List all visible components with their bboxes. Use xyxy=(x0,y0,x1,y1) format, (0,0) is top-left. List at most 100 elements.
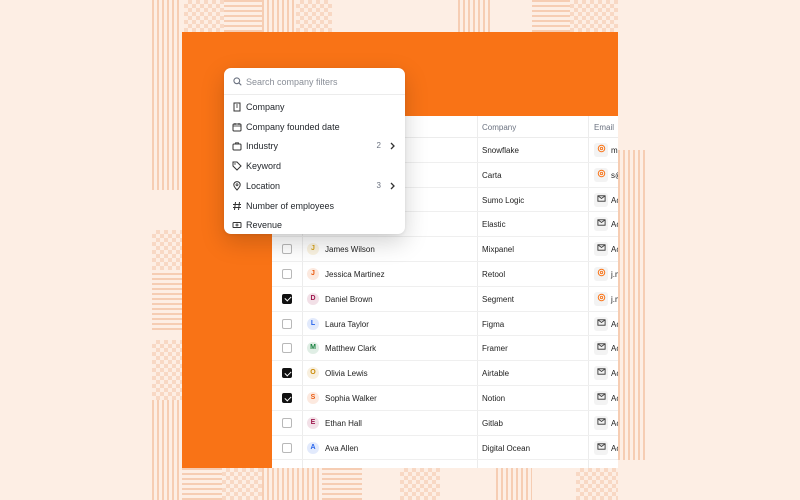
banknote-icon xyxy=(232,222,242,229)
email-value: s@ xyxy=(611,170,618,180)
mail-icon xyxy=(594,341,608,356)
row-checkbox[interactable] xyxy=(282,393,292,403)
mail-icon xyxy=(594,415,608,430)
company-name: Figma xyxy=(482,319,505,329)
table-row[interactable]: D Daniel Brown Segment j.m xyxy=(272,287,618,312)
background-pattern xyxy=(262,0,296,32)
email-value: Ac xyxy=(611,418,618,428)
filter-option-label: Company xyxy=(246,102,285,112)
avatar: O xyxy=(307,367,319,380)
filter-search-input[interactable] xyxy=(246,74,396,89)
company-name: Elastic xyxy=(482,220,506,230)
row-checkbox[interactable] xyxy=(282,293,292,304)
mail-icon xyxy=(594,316,608,331)
table-row[interactable]: M Matthew Clark Framer Ac xyxy=(272,336,618,362)
company-filters-dropdown: Company Company founded date Industry 2 Keyw… xyxy=(224,68,405,234)
background-pattern xyxy=(182,468,222,500)
mail-icon xyxy=(594,192,608,207)
map-pin-icon xyxy=(233,180,241,191)
company-name: Digital Ocean xyxy=(482,443,531,453)
row-checkbox[interactable] xyxy=(282,343,292,354)
email-value: Ac xyxy=(611,369,618,379)
table-row[interactable]: A Ava Allen Digital Ocean Ac xyxy=(272,436,618,461)
row-checkbox[interactable] xyxy=(282,244,292,255)
table-row[interactable]: J James Wilson Mixpanel Ac xyxy=(272,237,618,262)
filter-option-location[interactable]: Location 3 xyxy=(224,176,405,196)
filter-option-revenue[interactable]: Revenue xyxy=(224,215,405,235)
avatar: M xyxy=(307,342,319,355)
chevron-right-icon xyxy=(390,182,395,190)
filter-option-keyword[interactable]: Keyword xyxy=(224,156,405,176)
filter-option-company-founded-date[interactable]: Company founded date xyxy=(224,117,405,137)
person-name: Ethan Hall xyxy=(325,418,362,428)
background-pattern xyxy=(458,0,492,32)
row-checkbox[interactable] xyxy=(282,368,292,379)
filter-option-label: Number of employees xyxy=(246,200,335,211)
avatar: J xyxy=(307,268,319,280)
table-row[interactable]: O Olivia Lewis Airtable Ac xyxy=(272,361,618,386)
email-value: mi xyxy=(611,146,618,155)
avatar: D xyxy=(307,292,319,305)
mail-icon xyxy=(594,440,608,455)
building-icon xyxy=(233,102,241,112)
person-name: Daniel Brown xyxy=(325,294,373,304)
table-row[interactable]: L Laura Taylor Figma Ac xyxy=(272,312,618,337)
filter-option-label: Keyword xyxy=(246,161,282,172)
row-checkbox[interactable] xyxy=(282,318,292,329)
chevron-right-icon xyxy=(390,142,395,150)
company-name: Gitlab xyxy=(482,418,503,428)
filter-option-label: Industry xyxy=(246,141,279,152)
email-value: Ac xyxy=(611,394,618,403)
calendar-icon xyxy=(232,122,242,132)
filter-option-label: Location xyxy=(246,180,281,191)
email-value: Ac xyxy=(611,195,618,205)
background-pattern xyxy=(152,400,182,500)
background-pattern xyxy=(532,0,570,32)
briefcase-icon xyxy=(232,142,242,151)
background-pattern xyxy=(152,340,182,400)
avatar: A xyxy=(307,441,319,454)
background-pattern xyxy=(152,230,182,270)
filter-option-industry[interactable]: Industry 2 xyxy=(224,136,405,156)
email-value: Ac xyxy=(611,344,618,354)
filter-search-bar xyxy=(224,68,405,95)
person-name: Jessica Martinez xyxy=(325,270,385,279)
at-icon xyxy=(594,143,608,157)
person-name: Matthew Clark xyxy=(325,344,377,354)
avatar: S xyxy=(307,392,319,404)
person-name: James Wilson xyxy=(325,245,375,255)
background-pattern xyxy=(152,270,182,330)
table-row[interactable]: J Jessica Martinez Retool j.m xyxy=(272,262,618,287)
company-name: Notion xyxy=(482,394,506,403)
email-value: j.m xyxy=(611,270,618,279)
email-value: Ac xyxy=(611,319,618,329)
filter-option-company[interactable]: Company xyxy=(224,97,405,117)
mail-icon xyxy=(594,366,608,381)
table-row[interactable]: S Sophia Walker Notion Ac xyxy=(272,386,618,411)
at-icon xyxy=(594,267,608,281)
table-row[interactable]: E Ethan Hall Gitlab Ac xyxy=(272,411,618,436)
filter-option-number-of-employees[interactable]: Number of employees xyxy=(224,196,405,216)
email-value: Ac xyxy=(611,220,618,230)
hash-icon xyxy=(233,201,241,210)
background-pattern xyxy=(262,468,322,500)
row-checkbox[interactable] xyxy=(282,442,292,453)
column-header-email[interactable]: Email xyxy=(594,123,614,132)
background-pattern xyxy=(152,0,182,190)
row-checkbox[interactable] xyxy=(282,269,292,279)
mail-icon xyxy=(594,391,608,405)
company-name: Framer xyxy=(482,344,508,354)
company-name: Carta xyxy=(482,170,502,180)
mail-icon xyxy=(594,242,608,257)
filter-count-badge: 2 xyxy=(376,141,381,151)
background-pattern xyxy=(570,0,618,32)
row-checkbox[interactable] xyxy=(282,417,292,428)
company-name: Sumo Logic xyxy=(482,195,525,205)
filter-option-label: Company founded date xyxy=(246,121,340,132)
person-name: Sophia Walker xyxy=(325,394,377,403)
company-name: Mixpanel xyxy=(482,245,515,255)
tag-icon xyxy=(232,161,242,171)
column-header-company[interactable]: Company xyxy=(482,123,516,132)
company-name: Retool xyxy=(482,270,506,279)
at-icon xyxy=(594,167,608,182)
